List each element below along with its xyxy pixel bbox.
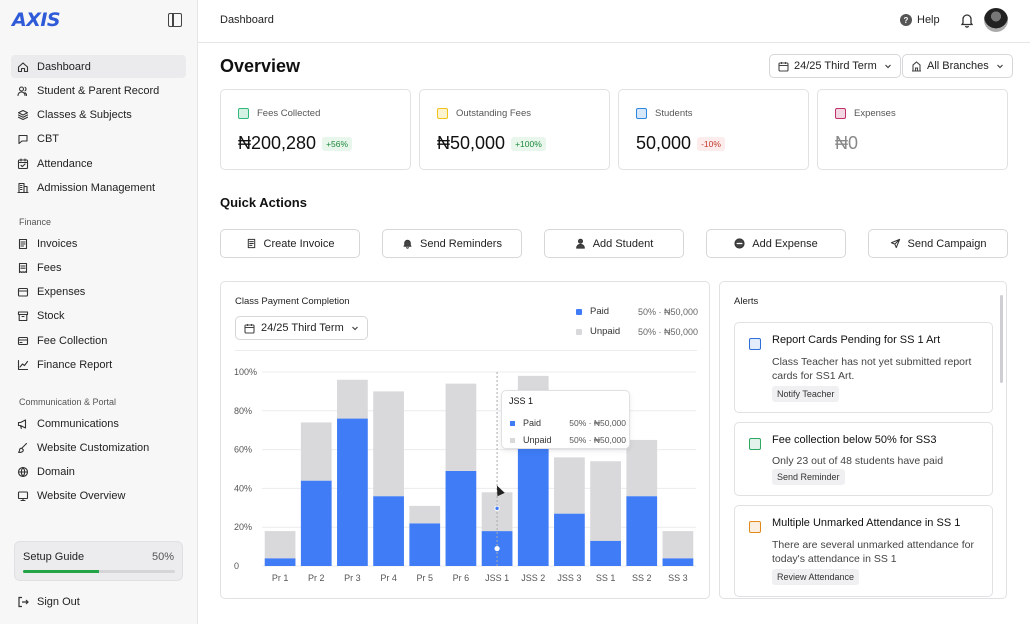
alert-action-button[interactable]: Send Reminder bbox=[772, 469, 845, 485]
alert-title: Report Cards Pending for SS 1 Art bbox=[772, 334, 941, 346]
tooltip-row-paid: Paid 50% · ₦50,000 bbox=[510, 418, 626, 428]
x-tick-label: Pr 1 bbox=[272, 573, 289, 583]
tooltip-label: Unpaid bbox=[523, 435, 552, 445]
x-tick-label: Pr 2 bbox=[308, 573, 325, 583]
x-tick-label: JSS 1 bbox=[485, 573, 509, 583]
tooltip-value: 50% · ₦50,000 bbox=[569, 435, 626, 445]
x-tick-label: SS 1 bbox=[596, 573, 616, 583]
y-tick-label: 100% bbox=[234, 367, 257, 377]
bar-paid[interactable] bbox=[590, 540, 621, 566]
bar-paid[interactable] bbox=[300, 480, 332, 566]
chart-tooltip: JSS 1 Paid 50% · ₦50,000 Unpaid 50% · ₦5… bbox=[501, 390, 630, 449]
hover-point-unpaid bbox=[494, 505, 500, 512]
bar-unpaid[interactable] bbox=[264, 531, 296, 559]
alert-icon bbox=[749, 521, 761, 533]
x-tick-label: JSS 3 bbox=[557, 573, 581, 583]
alert-card: Fee collection below 50% for SS3 Only 23 … bbox=[734, 422, 993, 496]
x-tick-label: SS 3 bbox=[668, 573, 688, 583]
bar-paid[interactable] bbox=[662, 558, 694, 566]
tooltip-row-unpaid: Unpaid 50% · ₦50,000 bbox=[510, 435, 626, 445]
alert-card: Report Cards Pending for SS 1 Art Class T… bbox=[734, 322, 993, 413]
bar-paid[interactable] bbox=[373, 496, 404, 566]
bar-unpaid[interactable] bbox=[554, 457, 585, 514]
bar-unpaid[interactable] bbox=[300, 422, 332, 481]
x-tick-label: SS 2 bbox=[632, 573, 652, 583]
bar-paid[interactable] bbox=[409, 523, 441, 566]
alert-action-button[interactable]: Review Attendance bbox=[772, 569, 860, 585]
alerts-title: Alerts bbox=[734, 296, 759, 307]
bar-paid[interactable] bbox=[264, 558, 296, 566]
bar-paid[interactable] bbox=[445, 470, 477, 566]
app-root: AXIS Dashboard Student & Parent Record Cla… bbox=[0, 0, 1030, 624]
alert-body: There are several unmarked attendance fo… bbox=[772, 539, 974, 565]
alert-action-button[interactable]: Notify Teacher bbox=[772, 386, 840, 402]
alert-title: Multiple Unmarked Attendance in SS 1 bbox=[772, 517, 961, 529]
y-tick-label: 60% bbox=[234, 445, 252, 455]
bar-unpaid[interactable] bbox=[373, 391, 404, 497]
hover-point-paid bbox=[494, 545, 500, 552]
bar-unpaid[interactable] bbox=[662, 531, 694, 559]
bar-paid[interactable] bbox=[554, 513, 585, 566]
tooltip-title: JSS 1 bbox=[509, 396, 534, 406]
bar-unpaid[interactable] bbox=[590, 461, 621, 541]
alerts-scrollbar[interactable] bbox=[1000, 295, 1003, 383]
tooltip-swatch-unpaid bbox=[510, 437, 515, 443]
x-tick-label: Pr 4 bbox=[380, 573, 397, 583]
alert-body: Only 23 out of 48 students have paid bbox=[772, 455, 944, 467]
y-tick-label: 20% bbox=[234, 522, 252, 532]
x-tick-label: Pr 5 bbox=[416, 573, 433, 583]
bar-paid[interactable] bbox=[337, 418, 368, 566]
x-tick-label: Pr 3 bbox=[344, 573, 361, 583]
bar-unpaid[interactable] bbox=[337, 379, 368, 419]
alert-icon bbox=[749, 338, 761, 350]
y-tick-label: 0 bbox=[234, 561, 239, 571]
alerts-panel: Alerts Report Cards Pending for SS 1 Art… bbox=[719, 281, 1007, 599]
tooltip-swatch-paid bbox=[510, 420, 515, 426]
bar-unpaid[interactable] bbox=[409, 505, 441, 524]
alert-card: Multiple Unmarked Attendance in SS 1 Ther… bbox=[734, 505, 993, 597]
alert-icon bbox=[749, 438, 761, 450]
tooltip-value: 50% · ₦50,000 bbox=[569, 418, 626, 428]
tooltip-label: Paid bbox=[523, 418, 542, 428]
alert-body: Class Teacher has not yet submitted repo… bbox=[772, 356, 972, 382]
alert-title: Fee collection below 50% for SS3 bbox=[772, 434, 937, 446]
y-tick-label: 40% bbox=[234, 483, 252, 493]
bar-unpaid[interactable] bbox=[626, 439, 658, 497]
bar-unpaid[interactable] bbox=[445, 383, 477, 471]
bar-paid[interactable] bbox=[626, 496, 658, 566]
y-tick-label: 80% bbox=[234, 406, 252, 416]
x-tick-label: Pr 6 bbox=[453, 573, 470, 583]
x-tick-label: JSS 2 bbox=[521, 573, 545, 583]
